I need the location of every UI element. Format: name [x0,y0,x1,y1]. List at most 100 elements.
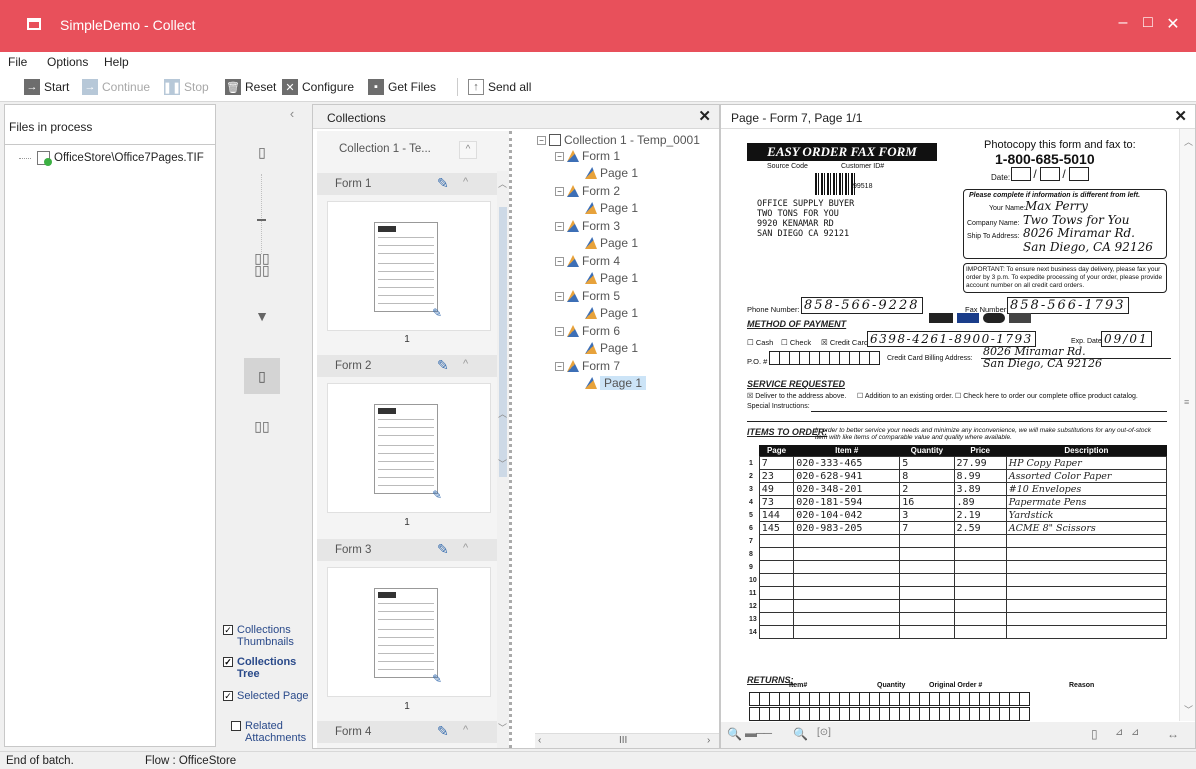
reset-button[interactable]: 🗑 Reset [225,78,276,96]
collapse-box-icon[interactable]: − [555,186,564,196]
pane-splitter[interactable] [509,131,529,748]
grid-pages-icon[interactable]: ▯▯ ▯▯ [250,251,274,277]
pen-icon[interactable]: ✎ [437,723,449,740]
send-all-button[interactable]: ↑ Send all [468,78,531,96]
pen-icon[interactable]: ✎ [437,175,449,192]
scroll-down-icon[interactable]: ﹀ [498,457,507,470]
collections-tree-toggle[interactable]: ✓ Collections Tree [223,656,312,680]
scroll-up-icon[interactable]: ︿ [498,177,507,190]
collapse-box-icon[interactable]: − [537,135,546,145]
form-header[interactable]: Form 1 ✎ ^ [317,173,497,195]
tree-root[interactable]: − Collection 1 - Temp_0001 [537,133,700,147]
menu-file[interactable]: File [8,55,27,69]
collapse-box-icon[interactable]: − [555,361,564,371]
single-page-view-button[interactable]: ▯ [244,358,280,394]
col-quantity: Quantity [899,445,955,457]
checkbox[interactable] [231,721,241,731]
related-attachments-toggle[interactable]: Related Attachments [231,720,312,744]
collapse-box-icon[interactable]: − [555,151,564,161]
start-button[interactable]: → Start [24,78,69,96]
zoom-out-icon[interactable]: 🔍 [727,727,742,741]
tree-page-node[interactable]: Page 1 [585,201,638,215]
page-icon[interactable]: ▯ [1091,727,1098,741]
collapse-button[interactable]: ^ [459,141,477,159]
menu-options[interactable]: Options [47,55,88,69]
scrollbar-thumb[interactable] [499,207,507,477]
page-thumbnail[interactable]: ✎ [327,201,491,331]
chevron-up-icon[interactable]: ^ [463,358,468,370]
table-cell-item: 020-333-465 [793,456,901,470]
tree-page-node[interactable]: Page 1 [585,306,638,320]
scroll-right-icon[interactable]: › [707,735,710,746]
scroll-up-icon[interactable]: ︿ [1184,135,1193,148]
chevron-up-icon[interactable]: ^ [463,724,468,736]
rotate-left-icon[interactable]: ⊿ [1115,727,1123,738]
collapse-chevron-icon[interactable]: ‹ [280,106,304,121]
rotate-right-icon[interactable]: ⊿ [1131,727,1139,738]
get-files-button[interactable]: ▪ Get Files [368,78,436,96]
tree-form-node[interactable]: − Form 3 [555,219,620,233]
configure-button[interactable]: ✕ Configure [282,78,354,96]
document-scrollbar[interactable]: ︿ ≡ ﹀ [1179,129,1195,721]
tree-page-node[interactable]: Page 1 [585,166,638,180]
tree-form-node[interactable]: − Form 4 [555,254,620,268]
service-title: SERVICE REQUESTED [747,379,846,389]
thumbnails-scrollbar[interactable]: ︿ ︿ ﹀ ﹀ [497,171,509,748]
checkbox[interactable]: ✓ [223,657,233,667]
table-cell-n: 9 [749,563,753,571]
scrollbar-grip[interactable]: III [619,735,627,746]
maximize-button[interactable]: □ [1137,14,1159,32]
chevron-up-icon[interactable]: ^ [463,176,468,188]
zoom-in-icon[interactable]: 🔍 [793,727,808,741]
tree-page-node[interactable]: Page 1 [585,271,638,285]
form-header[interactable]: Form 3 ✎ ^ [317,539,497,561]
tree-page-node[interactable]: Page 1 [585,236,638,250]
document-image[interactable]: Photocopy this form and fax to: 1-800-68… [729,129,1179,721]
checkbox[interactable]: ✓ [223,691,233,701]
close-button[interactable]: ✕ [1162,14,1184,34]
minimize-button[interactable]: – [1112,14,1134,32]
collapse-box-icon[interactable]: − [555,291,564,301]
page-thumbnail[interactable]: ✎ [327,383,491,513]
continue-button[interactable]: → Continue [82,78,150,96]
close-icon[interactable]: ✕ [1174,107,1187,125]
collapse-box-icon[interactable]: − [555,221,564,231]
file-tree-item[interactable]: OfficeStore\Office7Pages.TIF [19,151,204,166]
scrollbar-grip-icon[interactable]: ≡ [1184,397,1189,407]
close-icon[interactable]: ✕ [698,107,711,125]
tree-form-node[interactable]: − Form 1 [555,149,620,163]
tree-page-node-selected[interactable]: Page 1 [585,376,647,390]
pen-icon[interactable]: ✎ [437,541,449,558]
tree-page-node[interactable]: Page 1 [585,341,638,355]
collections-thumbnails-toggle[interactable]: ✓ Collections Thumbnails [223,624,312,648]
collection-row[interactable]: Collection 1 - Te... ^ [317,131,509,169]
fit-width-icon[interactable]: ↔ [1167,727,1179,741]
collapse-box-icon[interactable]: − [555,256,564,266]
collapse-box-icon[interactable]: − [555,326,564,336]
filter-icon[interactable]: ▼ [250,308,274,324]
tree-form-node[interactable]: − Form 2 [555,184,620,198]
zoom-slider-thumb[interactable] [257,219,266,221]
form-header[interactable]: Form 2 ✎ ^ [317,355,497,377]
tree-form-node[interactable]: − Form 5 [555,289,620,303]
checkbox[interactable]: ✓ [223,625,233,635]
stop-button[interactable]: ❚❚ Stop [163,78,209,96]
form-header[interactable]: Form 4 ✎ ^ [317,721,497,743]
tree-form-node[interactable]: − Form 7 [555,359,620,373]
menu-help[interactable]: Help [104,55,129,69]
scroll-left-icon[interactable]: ‹ [538,735,541,746]
zoom-slider[interactable]: ▬── [745,726,772,740]
chevron-up-icon[interactable]: ^ [463,542,468,554]
scroll-down-icon[interactable]: ﹀ [1184,703,1193,716]
single-page-icon[interactable]: ▯ [250,144,274,161]
page-thumbnail[interactable]: ✎ [327,567,491,697]
pen-icon[interactable]: ✎ [437,357,449,374]
scroll-up-icon[interactable]: ︿ [498,407,507,420]
two-page-view-icon[interactable]: ▯▯ [244,418,280,435]
scroll-down-icon[interactable]: ﹀ [498,721,507,734]
zoom-slider-track[interactable] [261,174,262,254]
selected-page-toggle[interactable]: ✓ Selected Page [223,690,309,702]
tree-horizontal-scrollbar[interactable]: ‹ III › [535,733,719,748]
tree-form-node[interactable]: − Form 6 [555,324,620,338]
fit-page-icon[interactable]: [⊙] [817,727,831,738]
